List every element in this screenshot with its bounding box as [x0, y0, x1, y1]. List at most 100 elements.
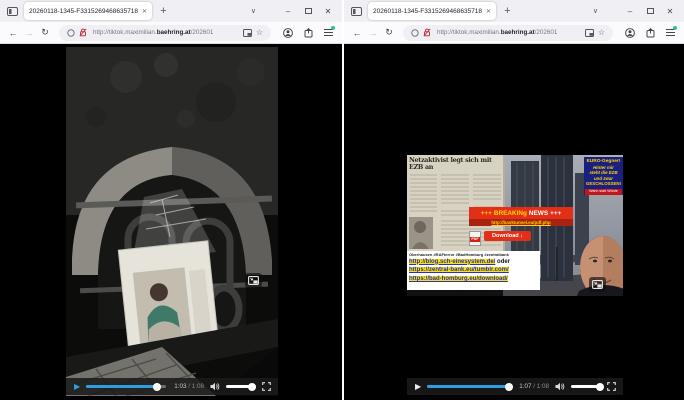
menu-update-badge [673, 26, 677, 30]
tab-list-chevron-icon[interactable]: ∨ [251, 7, 256, 15]
forward-button[interactable]: → [21, 28, 37, 38]
banner-link[interactable]: http://banktunnel.eu/pdf.php [469, 219, 573, 226]
current-time: 1:03 [174, 383, 186, 390]
link-line-2[interactable]: https://zentral-bank.eu/tumblr.com/ [409, 266, 538, 275]
navigation-toolbar-left: ← → ↻ http://tiktok.maximilian.baehring.… [0, 22, 342, 44]
pip-urlbar-icon[interactable] [243, 29, 252, 37]
maximize-button[interactable] [298, 7, 318, 16]
link-line-1[interactable]: http://blog.sch-einesystem.de/ oder [409, 258, 538, 267]
maximize-button[interactable] [640, 7, 660, 16]
link-line-3[interactable]: https://bad-homburg.eu/download/ [409, 275, 538, 284]
volume-slider[interactable] [226, 385, 256, 388]
address-bar[interactable]: http://tiktok.maximilian.baehring.at/202… [403, 25, 613, 41]
time-display: 1:03 / 1:08 [174, 383, 204, 390]
new-tab-button[interactable]: + [504, 6, 510, 16]
volume-knob[interactable] [248, 383, 256, 391]
mute-button[interactable] [210, 382, 220, 391]
reload-button[interactable]: ↻ [381, 27, 397, 38]
screen: 20260118-1345-F3315269468635718 ✕ + ∨ – … [0, 0, 684, 400]
address-bar[interactable]: http://tiktok.maximilian.baehring.at/202… [59, 25, 271, 41]
firefox-view-icon[interactable] [4, 4, 20, 18]
maximize-icon [647, 8, 654, 14]
mute-button[interactable] [555, 382, 565, 391]
minimize-button[interactable]: – [620, 7, 640, 16]
pdf-badge: PDF [470, 237, 480, 242]
progress-knob[interactable] [153, 383, 161, 391]
link-url[interactable]: http://blog.sch-einesystem.de/ [409, 259, 495, 265]
tab-close-icon[interactable]: ✕ [142, 8, 147, 15]
bookmark-star-icon[interactable]: ☆ [256, 28, 263, 37]
progress-bar[interactable] [427, 385, 511, 388]
video-controls-left: ▶ 1:03 / 1:08 [66, 378, 278, 395]
volume-knob[interactable] [596, 383, 604, 391]
back-button[interactable]: ← [5, 28, 21, 38]
insecure-lock-icon[interactable] [423, 28, 431, 37]
progress-bar[interactable] [86, 385, 166, 388]
firefox-view-icon[interactable] [348, 4, 364, 18]
browser-window-right: 20260118-1345-F3315269468635718 ✕ + ∨ – … [342, 0, 684, 400]
browser-window-left: 20260118-1345-F3315269468635718 ✕ + ∨ – … [0, 0, 342, 400]
duration: / 1:08 [533, 383, 549, 390]
close-window-button[interactable]: ✕ [318, 7, 338, 16]
menu-bar [324, 32, 333, 33]
download-button[interactable]: Download ↓ [484, 231, 531, 241]
picture-in-picture-toggle[interactable] [245, 273, 262, 288]
share-page-icon[interactable] [299, 28, 317, 38]
menu-button[interactable] [319, 29, 337, 36]
video-controls-right: ▶ 1:07 / 1:08 [407, 378, 623, 395]
minimize-button[interactable]: – [278, 7, 298, 16]
pip-urlbar-icon[interactable] [585, 29, 594, 37]
account-icon[interactable] [279, 28, 297, 38]
link-url[interactable]: https://zentral-bank.eu/tumblr.com/ [409, 267, 509, 273]
tab[interactable]: 20260118-1345-F3315269468635718 ✕ [24, 2, 152, 20]
url-suffix: /202601 [191, 29, 214, 36]
close-window-button[interactable]: ✕ [660, 7, 680, 16]
video-left[interactable] [66, 47, 278, 396]
tracking-shield-icon[interactable] [411, 29, 419, 37]
insecure-lock-icon[interactable] [79, 28, 87, 37]
play-button[interactable]: ▶ [415, 383, 421, 391]
link-suffix: oder [495, 259, 510, 265]
menu-button[interactable] [661, 29, 679, 36]
play-button[interactable]: ▶ [74, 383, 80, 391]
duration: / 1:08 [188, 383, 204, 390]
back-button[interactable]: ← [349, 28, 365, 38]
tab[interactable]: 20260118-1345-F3315269468635718 ✕ [368, 2, 496, 20]
account-icon[interactable] [621, 28, 639, 38]
menu-bar [666, 35, 675, 36]
tab-list-chevron-icon[interactable]: ∨ [593, 7, 598, 15]
current-time: 1:07 [519, 383, 531, 390]
progress-knob[interactable] [505, 383, 513, 391]
url-prefix: http://tiktok.maximilian. [437, 29, 501, 36]
share-page-icon[interactable] [641, 28, 659, 38]
volume-slider[interactable] [571, 385, 601, 388]
picture-in-picture-toggle[interactable] [589, 277, 606, 292]
tracking-shield-icon[interactable] [67, 29, 75, 37]
link-url[interactable]: https://bad-homburg.eu/download/ [409, 276, 508, 282]
fullscreen-button[interactable] [262, 382, 271, 391]
page-content-right: Netzaktivist legt sich mit EZB an EURO-G… [344, 44, 684, 400]
page-content-left: ▶ 1:03 / 1:08 [0, 44, 342, 400]
maximize-icon [305, 8, 312, 14]
navigation-toolbar-right: ← → ↻ http://tiktok.maximilian.baehring.… [344, 22, 684, 44]
forward-button[interactable]: → [365, 28, 381, 38]
bookmark-star-icon[interactable]: ☆ [598, 28, 605, 37]
banner-suffix: +++ [550, 210, 561, 217]
menu-update-badge [331, 26, 335, 30]
video-right[interactable]: Netzaktivist legt sich mit EZB an EURO-G… [407, 155, 623, 296]
banner-word2: NEWS [529, 210, 548, 217]
reload-button[interactable]: ↻ [37, 27, 53, 38]
progress-fill [427, 385, 509, 388]
banner-prefix: +++ [481, 210, 492, 217]
tab-title: 20260118-1345-F3315269468635718 [29, 8, 138, 15]
newspaper-headline: Netzaktivist legt sich mit EZB an [409, 157, 504, 170]
fullscreen-button[interactable] [607, 382, 616, 391]
tab-close-icon[interactable]: ✕ [486, 8, 491, 15]
tab-title: 20260118-1345-F3315269468635718 [373, 8, 482, 15]
pdf-file-icon: PDF [469, 231, 481, 246]
time-display: 1:07 / 1:08 [519, 383, 549, 390]
window-controls: ∨ – ✕ [593, 7, 680, 16]
left-video-scene [66, 47, 278, 396]
new-tab-button[interactable]: + [160, 6, 166, 16]
progress-fill [86, 385, 156, 388]
